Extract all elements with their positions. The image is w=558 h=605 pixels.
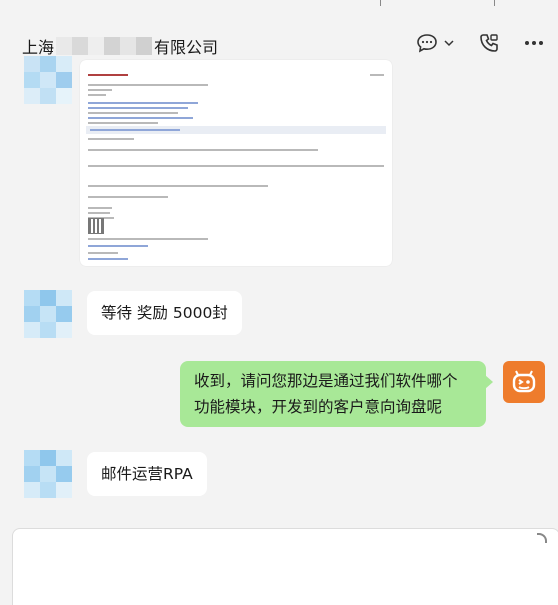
message-bubble-contact[interactable]: 等待 奖励 5000封 xyxy=(87,291,242,335)
robot-icon xyxy=(512,370,536,393)
chat-title-suffix: 有限公司 xyxy=(154,38,219,57)
message-text: 邮件运营RPA xyxy=(101,465,193,483)
message-bubble-contact[interactable]: 邮件运营RPA xyxy=(87,452,207,496)
header-actions xyxy=(416,32,544,54)
phone-video-icon[interactable] xyxy=(478,32,500,54)
chevron-down-icon[interactable] xyxy=(444,39,454,47)
more-icon[interactable] xyxy=(524,40,544,46)
window-top-strip xyxy=(0,0,558,10)
chat-bubble-icon[interactable] xyxy=(416,33,438,53)
window-separator xyxy=(380,0,381,6)
contact-avatar[interactable] xyxy=(24,290,72,338)
my-avatar[interactable] xyxy=(503,361,545,403)
message-text-line: 收到，请问您那边是通过我们软件哪个 xyxy=(194,372,458,390)
contact-avatar[interactable] xyxy=(24,450,72,498)
window-separator xyxy=(494,0,495,6)
redacted-mosaic xyxy=(56,37,153,55)
message-text: 等待 奖励 5000封 xyxy=(101,304,228,322)
message-text-line: 功能模块，开发到的客户意向询盘呢 xyxy=(194,398,443,416)
qr-code xyxy=(88,218,104,234)
bubble-tail xyxy=(485,375,493,389)
email-screenshot-image[interactable] xyxy=(80,60,392,266)
message-bubble-mine[interactable]: 收到，请问您那边是通过我们软件哪个 功能模块，开发到的客户意向询盘呢 xyxy=(180,361,486,427)
expand-corner-icon[interactable] xyxy=(537,533,547,543)
chat-title[interactable]: 上海 有限公司 xyxy=(22,34,218,58)
contact-avatar[interactable] xyxy=(24,56,72,104)
chat-title-prefix: 上海 xyxy=(22,38,55,57)
message-input[interactable] xyxy=(12,528,558,605)
